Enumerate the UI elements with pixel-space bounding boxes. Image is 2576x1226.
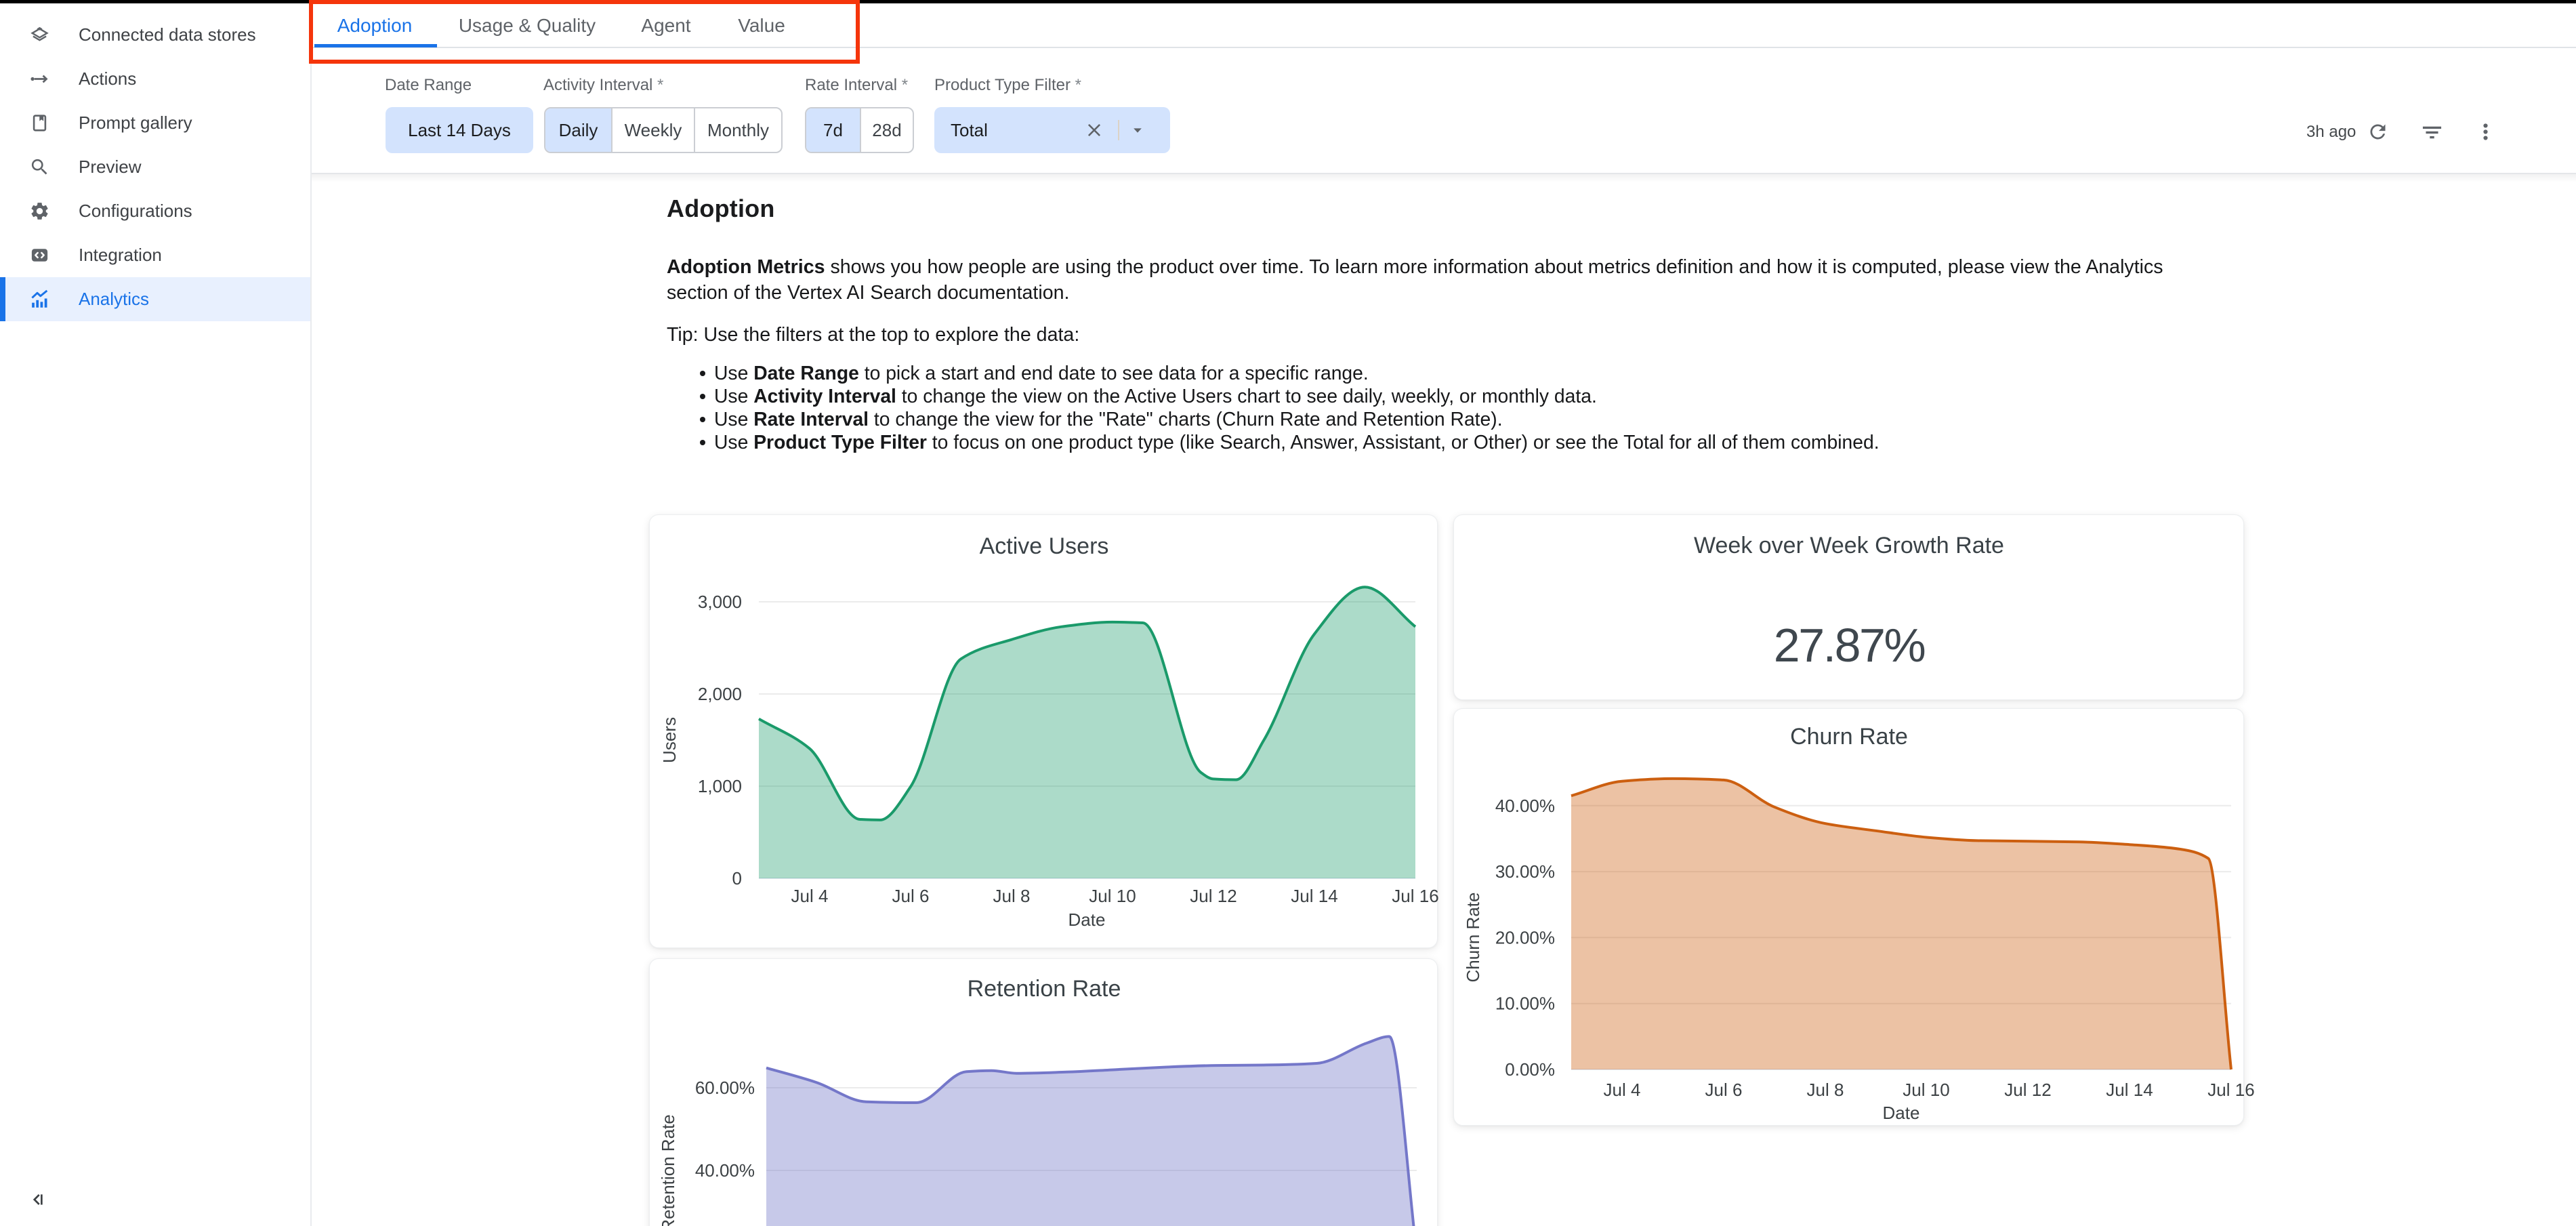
- svg-text:27.87%: 27.87%: [1774, 619, 1925, 672]
- svg-text:Jul 4: Jul 4: [1604, 1080, 1641, 1100]
- svg-text:30.00%: 30.00%: [1495, 861, 1555, 882]
- svg-text:Jul 6: Jul 6: [892, 886, 930, 906]
- svg-text:40.00%: 40.00%: [1495, 796, 1555, 816]
- svg-text:40.00%: 40.00%: [695, 1160, 755, 1181]
- svg-text:2,000: 2,000: [698, 684, 742, 704]
- svg-text:Jul 6: Jul 6: [1705, 1080, 1743, 1100]
- svg-text:0: 0: [732, 868, 742, 888]
- svg-text:Jul 8: Jul 8: [993, 886, 1031, 906]
- svg-text:0.00%: 0.00%: [1505, 1059, 1555, 1080]
- svg-text:Jul 10: Jul 10: [1089, 886, 1136, 906]
- svg-text:Date: Date: [1883, 1103, 1920, 1123]
- svg-text:Retention Rate: Retention Rate: [968, 976, 1121, 1002]
- svg-text:Jul 14: Jul 14: [1291, 886, 1337, 906]
- svg-text:1,000: 1,000: [698, 776, 742, 796]
- svg-text:Churn Rate: Churn Rate: [1790, 724, 1908, 750]
- svg-text:Users: Users: [659, 717, 680, 763]
- svg-text:60.00%: 60.00%: [695, 1078, 755, 1098]
- svg-text:Jul 4: Jul 4: [791, 886, 829, 906]
- svg-text:Jul 14: Jul 14: [2106, 1080, 2153, 1100]
- svg-text:10.00%: 10.00%: [1495, 994, 1555, 1014]
- svg-text:Jul 12: Jul 12: [2004, 1080, 2051, 1100]
- svg-text:3,000: 3,000: [698, 592, 742, 612]
- svg-text:20.00%: 20.00%: [1495, 927, 1555, 947]
- svg-text:Churn Rate: Churn Rate: [1463, 893, 1483, 983]
- svg-text:Jul 10: Jul 10: [1903, 1080, 1949, 1100]
- svg-text:Retention Rate: Retention Rate: [658, 1114, 678, 1226]
- svg-text:Jul 16: Jul 16: [1392, 886, 1438, 906]
- svg-text:Week over Week Growth Rate: Week over Week Growth Rate: [1694, 533, 2004, 558]
- svg-text:Jul 12: Jul 12: [1190, 886, 1237, 906]
- svg-text:Jul 16: Jul 16: [2207, 1080, 2254, 1100]
- svg-text:Active Users: Active Users: [980, 533, 1109, 559]
- svg-text:Date: Date: [1068, 910, 1106, 930]
- svg-text:Jul 8: Jul 8: [1807, 1080, 1844, 1100]
